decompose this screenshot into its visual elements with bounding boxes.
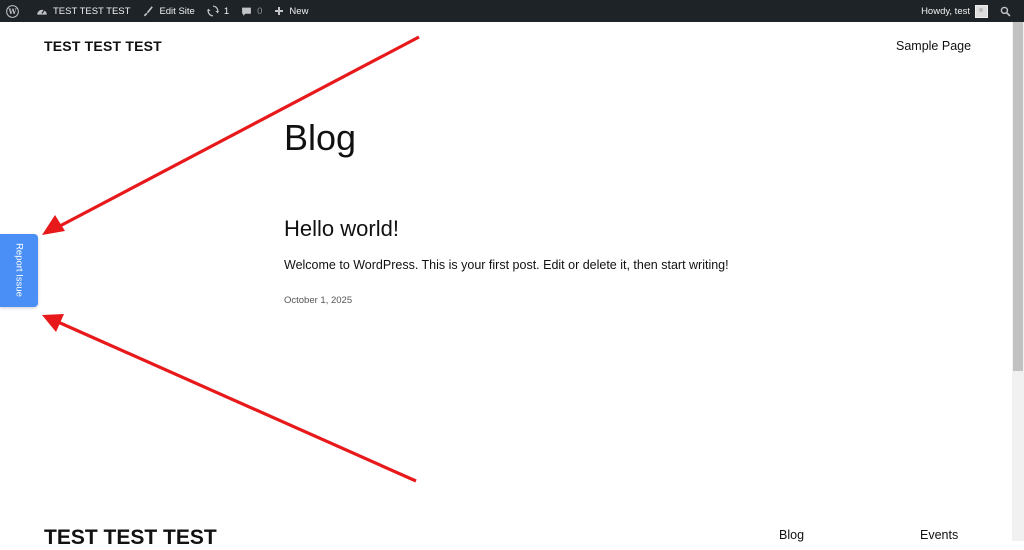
plus-icon — [275, 7, 284, 15]
site-name-menu[interactable]: TEST TEST TEST — [30, 0, 136, 22]
wordpress-icon: W — [6, 4, 19, 18]
post-title-link[interactable]: Hello world! — [284, 216, 399, 242]
dashboard-icon — [37, 9, 47, 15]
post-date[interactable]: October 1, 2025 — [284, 295, 352, 306]
updates-count: 1 — [223, 5, 230, 17]
admin-search-button[interactable] — [994, 0, 1024, 22]
annotation-arrowhead-upper — [42, 215, 65, 235]
edit-site-button[interactable]: Edit Site — [136, 0, 200, 22]
svg-text:W: W — [7, 7, 17, 16]
howdy-label: Howdy, test — [921, 5, 970, 17]
footer-nav-blog-link[interactable]: Blog — [779, 528, 804, 542]
edit-brush-icon — [144, 6, 154, 17]
nav-sample-page-link[interactable]: Sample Page — [896, 39, 971, 53]
admin-bar: W TEST TEST TEST Edit Site 1 0 New Howdy… — [0, 0, 1024, 22]
annotation-arrow-lower — [57, 320, 417, 483]
site-title[interactable]: TEST TEST TEST — [44, 38, 162, 54]
updates-button[interactable]: 1 — [201, 0, 235, 22]
page-title: Blog — [284, 117, 357, 158]
updates-icon — [206, 5, 219, 17]
post-excerpt: Welcome to WordPress. This is your first… — [284, 258, 729, 272]
comments-count: 0 — [257, 5, 263, 17]
edit-site-label: Edit Site — [159, 5, 195, 17]
new-content-button[interactable]: New — [268, 0, 314, 22]
page-scrollbar-thumb[interactable] — [1013, 22, 1023, 371]
footer-site-title[interactable]: TEST TEST TEST — [44, 526, 217, 550]
my-account-menu[interactable]: Howdy, test — [915, 0, 994, 22]
wordpress-logo-button[interactable]: W — [0, 0, 30, 22]
new-label: New — [289, 5, 309, 17]
comment-icon — [242, 7, 252, 16]
annotation-arrow-upper — [57, 35, 420, 229]
comments-button[interactable]: 0 — [235, 0, 268, 22]
avatar — [975, 4, 988, 18]
report-issue-label: Report Issue — [13, 243, 25, 297]
footer-nav-events-link[interactable]: Events — [920, 528, 958, 542]
site-name-label: TEST TEST TEST — [53, 5, 131, 17]
search-icon — [1000, 6, 1011, 16]
report-issue-button[interactable]: Report Issue — [0, 234, 38, 307]
annotation-arrowhead-lower — [42, 314, 64, 332]
